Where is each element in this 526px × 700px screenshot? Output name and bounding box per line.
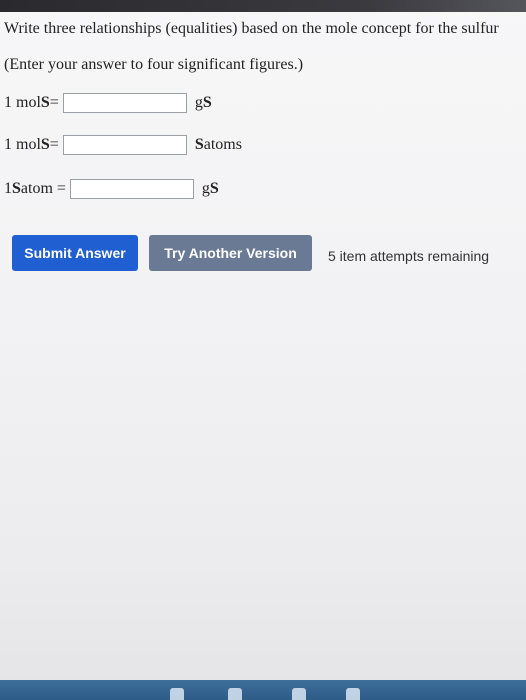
question-text: Write three relationships (equalities) b… bbox=[4, 20, 499, 37]
unit-symbol: S bbox=[194, 136, 204, 153]
answer-input-atoms-per-mol[interactable] bbox=[62, 135, 187, 155]
submit-answer-button[interactable]: Submit Answer bbox=[12, 235, 138, 271]
row-label-symbol: S bbox=[40, 94, 50, 111]
equality-row-mol-to-atoms: 1 mol S = S atoms bbox=[4, 133, 242, 157]
browser-top-bar bbox=[0, 0, 526, 12]
row-label-symbol: S bbox=[12, 180, 21, 197]
row-label-equals: atom = bbox=[20, 180, 66, 197]
answer-input-grams-per-mol[interactable] bbox=[62, 93, 187, 113]
taskbar-app-icon[interactable] bbox=[346, 688, 360, 700]
unit-prefix: g bbox=[201, 180, 210, 197]
row-label-equals: = bbox=[49, 136, 59, 153]
try-another-version-button[interactable]: Try Another Version bbox=[149, 235, 312, 271]
unit-suffix: atoms bbox=[203, 136, 242, 153]
unit-symbol: S bbox=[202, 94, 212, 111]
row-label-prefix: 1 mol bbox=[4, 136, 41, 153]
taskbar bbox=[0, 680, 526, 700]
taskbar-app-icon[interactable] bbox=[292, 688, 306, 700]
equality-row-atom-to-grams: 1 S atom = g S bbox=[4, 177, 219, 201]
row-label-prefix: 1 bbox=[4, 180, 12, 197]
taskbar-app-icon[interactable] bbox=[228, 688, 242, 700]
row-label-prefix: 1 mol bbox=[4, 94, 41, 111]
attempts-remaining-text: 5 item attempts remaining bbox=[328, 248, 490, 264]
unit-symbol: S bbox=[209, 180, 219, 197]
answer-input-grams-per-atom[interactable] bbox=[69, 179, 194, 199]
row-label-equals: = bbox=[49, 94, 59, 111]
equality-row-mol-to-grams: 1 mol S = g S bbox=[4, 91, 212, 115]
question-instruction: (Enter your answer to four significant f… bbox=[4, 56, 304, 73]
unit-prefix: g bbox=[194, 94, 203, 111]
taskbar-app-icon[interactable] bbox=[170, 688, 184, 700]
row-label-symbol: S bbox=[40, 136, 50, 153]
